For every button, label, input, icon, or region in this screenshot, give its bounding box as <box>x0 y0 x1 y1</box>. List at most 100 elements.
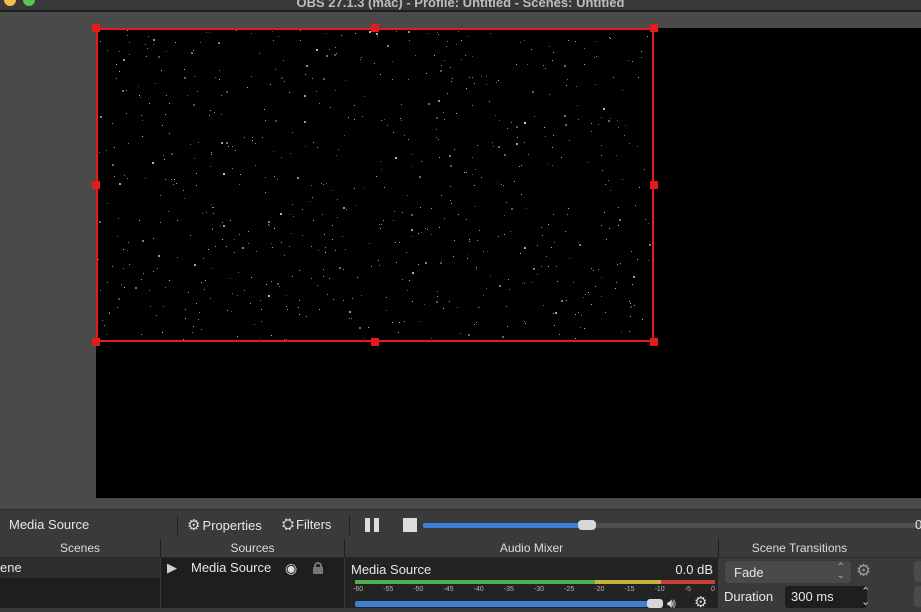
scene-item[interactable]: ene <box>0 558 160 578</box>
volume-handle[interactable] <box>647 599 663 608</box>
gear-icon[interactable]: ⚙ <box>856 561 871 581</box>
star <box>116 307 118 309</box>
star <box>436 301 439 303</box>
duration-label: Duration <box>724 589 774 604</box>
sources-list[interactable]: ▶ Media Source ◉ <box>161 558 344 608</box>
star <box>211 153 213 155</box>
star <box>436 290 438 292</box>
star <box>391 321 393 323</box>
star <box>211 151 213 153</box>
star <box>379 74 381 76</box>
resize-handle-bottom-left[interactable] <box>92 338 100 346</box>
star <box>200 281 202 283</box>
star <box>323 77 326 80</box>
seek-handle[interactable] <box>578 520 597 530</box>
speaker-icon[interactable]: 🔊︎ <box>667 595 676 612</box>
star <box>340 34 342 36</box>
star <box>256 250 258 252</box>
scenes-list[interactable]: ene <box>0 558 160 608</box>
star <box>469 77 471 79</box>
star <box>503 154 506 157</box>
star <box>419 175 422 178</box>
star <box>426 72 428 74</box>
pause-button[interactable] <box>365 518 381 532</box>
star <box>157 254 160 257</box>
star <box>303 120 306 123</box>
star <box>124 174 126 176</box>
star <box>250 76 252 78</box>
star <box>465 87 467 89</box>
gear-icon[interactable]: ⚙ <box>694 593 707 611</box>
star <box>440 194 442 196</box>
scene-transitions-body: Fade ⌃ ⌄ ⚙ Duration 300 ms ⌃ ⌄ <box>719 558 880 608</box>
star <box>397 332 399 334</box>
star <box>396 262 398 264</box>
resize-handle-bottom[interactable] <box>371 338 379 346</box>
star <box>392 78 394 80</box>
star <box>250 33 252 35</box>
star <box>301 208 303 210</box>
star <box>552 312 554 314</box>
control-button[interactable] <box>914 586 921 607</box>
star <box>287 309 289 311</box>
star <box>489 100 491 102</box>
star <box>190 52 193 54</box>
transition-select[interactable]: Fade ⌃ ⌄ <box>725 561 851 583</box>
star <box>467 35 469 37</box>
star <box>608 227 610 229</box>
star <box>542 305 544 307</box>
star <box>162 305 164 307</box>
star <box>336 198 338 200</box>
star <box>633 276 636 279</box>
star <box>217 42 220 45</box>
control-button[interactable] <box>914 561 921 582</box>
star <box>112 122 114 124</box>
star <box>566 213 568 215</box>
star <box>631 284 633 286</box>
star <box>516 125 519 128</box>
star <box>269 225 271 227</box>
star <box>575 40 577 42</box>
resize-handle-right[interactable] <box>650 181 658 189</box>
star <box>171 153 174 156</box>
resize-handle-top-left[interactable] <box>92 24 100 32</box>
star <box>168 103 170 105</box>
spinner-down-icon[interactable]: ⌄ <box>861 595 870 608</box>
resize-handle-left[interactable] <box>92 181 100 189</box>
star <box>437 99 440 102</box>
filters-icon: ⛭ <box>282 516 295 533</box>
star <box>232 168 234 170</box>
star <box>271 281 273 283</box>
sources-title: Sources <box>230 541 275 555</box>
star <box>127 242 129 243</box>
volume-slider[interactable] <box>355 601 650 607</box>
resize-handle-top[interactable] <box>371 24 379 32</box>
star <box>639 187 641 189</box>
star <box>329 278 331 280</box>
star <box>596 55 598 57</box>
star <box>631 305 633 307</box>
star <box>334 249 336 251</box>
resize-handle-bottom-right[interactable] <box>650 338 658 346</box>
properties-button[interactable]: ⚙ Properties <box>187 516 262 534</box>
seek-slider[interactable] <box>423 520 921 530</box>
star <box>519 42 521 44</box>
star <box>291 203 293 205</box>
star <box>251 140 253 142</box>
eye-icon[interactable]: ◉ <box>285 558 297 578</box>
duration-input[interactable]: 300 ms <box>785 586 867 608</box>
star <box>111 163 114 166</box>
media-source-preview[interactable] <box>96 28 654 342</box>
star <box>524 282 526 284</box>
star <box>498 146 501 149</box>
filters-button[interactable]: ⛭ Filters <box>282 516 331 533</box>
star <box>229 277 231 279</box>
star <box>211 204 213 206</box>
star <box>268 223 270 225</box>
source-item[interactable]: ▶ Media Source ◉ <box>161 558 344 578</box>
star <box>509 288 511 290</box>
lock-icon[interactable] <box>313 562 323 574</box>
stop-button[interactable] <box>403 518 417 532</box>
resize-handle-top-right[interactable] <box>650 24 658 32</box>
star <box>318 102 320 104</box>
